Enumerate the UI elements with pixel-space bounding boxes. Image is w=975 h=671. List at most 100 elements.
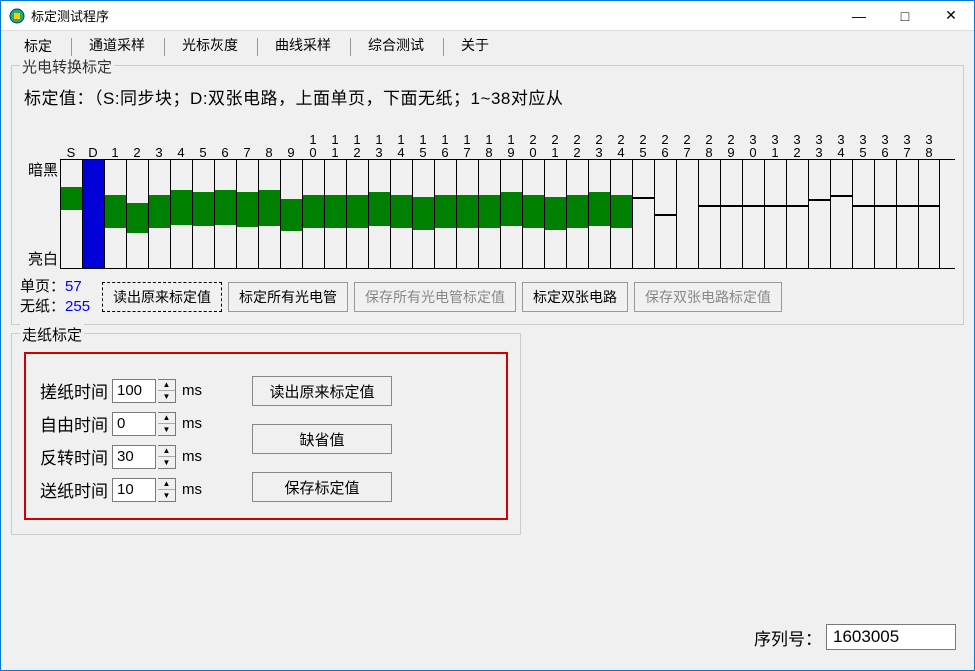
calibrate-double-button[interactable]: 标定双张电路: [522, 282, 628, 312]
save-all-button: 保存所有光电管标定值: [354, 282, 516, 312]
bar-column: [522, 160, 544, 268]
column-header: 5: [192, 123, 214, 159]
feed-time-label: 送纸时间: [40, 477, 110, 502]
bar-column: [764, 160, 786, 268]
rub-time-spinner[interactable]: ▲ ▼: [158, 379, 176, 403]
bar-column: [412, 160, 434, 268]
column-header: 6: [214, 123, 236, 159]
bar-column: [434, 160, 456, 268]
spin-up-icon[interactable]: ▲: [158, 479, 175, 491]
spin-up-icon[interactable]: ▲: [158, 413, 175, 425]
column-header: 1 5: [412, 123, 434, 159]
bar-column: [324, 160, 346, 268]
bar-column: [148, 160, 170, 268]
single-page-label: 单页：: [20, 278, 65, 295]
reverse-time-input[interactable]: 30: [112, 445, 156, 469]
rub-time-input[interactable]: 100: [112, 379, 156, 403]
spin-up-icon[interactable]: ▲: [158, 446, 175, 458]
feed-time-row: 送纸时间 10 ▲ ▼ ms: [40, 477, 202, 502]
column-header: 3 8: [918, 123, 940, 159]
column-header: 8: [258, 123, 280, 159]
calibrate-all-button[interactable]: 标定所有光电管: [228, 282, 348, 312]
column-header: 3 2: [786, 123, 808, 159]
column-header: 3 5: [852, 123, 874, 159]
calibration-chart: 暗黑 亮白 SD1234567891 01 11 21 31 41 51 61 …: [24, 123, 955, 269]
window-title: 标定测试程序: [31, 6, 836, 25]
spin-up-icon[interactable]: ▲: [158, 380, 175, 392]
free-time-input[interactable]: 0: [112, 412, 156, 436]
app-icon: [9, 8, 25, 24]
photoelectric-calibration-group: 光电转换标定 标定值：（S:同步块；D:双张电路，上面单页，下面无纸；1~38对…: [11, 65, 964, 325]
free-time-spinner[interactable]: ▲ ▼: [158, 412, 176, 436]
tab-curve-sample[interactable]: 曲线采样: [262, 30, 344, 59]
tab-bar: 标定 通道采样 光标灰度 曲线采样 综合测试 关于: [1, 31, 974, 59]
save-calibration-button[interactable]: 保存标定值: [252, 472, 392, 502]
column-header: 2: [126, 123, 148, 159]
spin-down-icon[interactable]: ▼: [158, 490, 175, 501]
feed-time-input[interactable]: 10: [112, 478, 156, 502]
tab-separator: [71, 38, 72, 56]
highlighted-settings-box: 搓纸时间 100 ▲ ▼ ms 自由时间 0 ▲ ▼: [24, 352, 508, 520]
serial-input[interactable]: 1603005: [826, 624, 956, 650]
content-area: 光电转换标定 标定值：（S:同步块；D:双张电路，上面单页，下面无纸；1~38对…: [1, 59, 974, 670]
bar-column: [654, 160, 676, 268]
paper-feed-calibration-group: 走纸标定 搓纸时间 100 ▲ ▼ ms 自由时间 0: [11, 333, 521, 535]
column-header: 2 0: [522, 123, 544, 159]
column-header: 4: [170, 123, 192, 159]
feed-time-spinner[interactable]: ▲ ▼: [158, 478, 176, 502]
bar-column: [60, 160, 82, 268]
column-header: 1 7: [456, 123, 478, 159]
single-page-value: 57: [65, 278, 82, 295]
tab-cursor-gray[interactable]: 光标灰度: [169, 30, 251, 59]
bar-column: [698, 160, 720, 268]
column-header: 2 6: [654, 123, 676, 159]
column-header: 3 0: [742, 123, 764, 159]
column-header: D: [82, 123, 104, 159]
column-header: 2 1: [544, 123, 566, 159]
bar-column: [676, 160, 698, 268]
spin-down-icon[interactable]: ▼: [158, 457, 175, 468]
free-time-row: 自由时间 0 ▲ ▼ ms: [40, 411, 202, 436]
read-original-feed-button[interactable]: 读出原来标定值: [252, 376, 392, 406]
y-label-dark: 暗黑: [24, 159, 58, 180]
bar-column: [610, 160, 632, 268]
tab-channel-sample[interactable]: 通道采样: [76, 30, 158, 59]
column-header: 1 9: [500, 123, 522, 159]
bar-column: [544, 160, 566, 268]
read-original-button[interactable]: 读出原来标定值: [102, 282, 222, 312]
column-header: 2 3: [588, 123, 610, 159]
y-axis-labels: 暗黑 亮白: [24, 159, 58, 269]
column-header: 9: [280, 123, 302, 159]
rub-time-label: 搓纸时间: [40, 378, 110, 403]
bar-column: [236, 160, 258, 268]
column-header: 1 0: [302, 123, 324, 159]
column-header: 3 7: [896, 123, 918, 159]
bar-column: [500, 160, 522, 268]
minimize-button[interactable]: —: [836, 1, 882, 30]
bar-column: [104, 160, 126, 268]
close-button[interactable]: ✕: [928, 1, 974, 30]
group2-title: 走纸标定: [20, 324, 84, 345]
tab-separator: [350, 38, 351, 56]
serial-number-row: 序列号： 1603005: [754, 624, 956, 650]
bar-column: [896, 160, 918, 268]
tab-integrated-test[interactable]: 综合测试: [355, 30, 437, 59]
spin-down-icon[interactable]: ▼: [158, 424, 175, 435]
default-values-button[interactable]: 缺省值: [252, 424, 392, 454]
bars-container: [60, 159, 955, 269]
maximize-button[interactable]: □: [882, 1, 928, 30]
bar-column: [346, 160, 368, 268]
column-header: 2 8: [698, 123, 720, 159]
column-header: S: [60, 123, 82, 159]
reverse-time-label: 反转时间: [40, 444, 110, 469]
group2-button-column: 读出原来标定值 缺省值 保存标定值: [252, 376, 392, 502]
tab-separator: [443, 38, 444, 56]
reverse-time-spinner[interactable]: ▲ ▼: [158, 445, 176, 469]
save-double-button: 保存双张电路标定值: [634, 282, 782, 312]
bar-column: [478, 160, 500, 268]
bar-column: [456, 160, 478, 268]
column-header: 3 4: [830, 123, 852, 159]
tab-about[interactable]: 关于: [448, 30, 502, 59]
column-header: 2 5: [632, 123, 654, 159]
spin-down-icon[interactable]: ▼: [158, 391, 175, 402]
